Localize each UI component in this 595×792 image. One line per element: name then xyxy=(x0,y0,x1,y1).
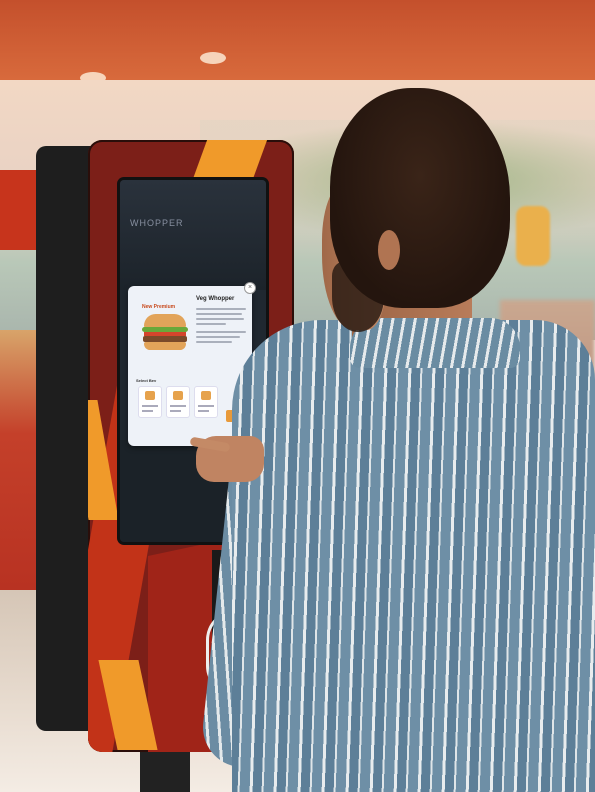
option-card[interactable] xyxy=(194,386,218,418)
close-icon[interactable]: × xyxy=(244,282,256,294)
drink-icon xyxy=(173,391,183,400)
burger-image xyxy=(140,312,190,352)
product-description xyxy=(196,308,246,346)
background-sign xyxy=(0,170,40,250)
select-beverage-label: Select Bev xyxy=(136,378,157,383)
striped-shirt xyxy=(232,320,595,792)
premium-badge: New Premium xyxy=(142,304,176,310)
ear xyxy=(378,230,400,270)
drink-icon xyxy=(201,391,211,400)
product-title: Veg Whopper xyxy=(196,296,235,302)
hair xyxy=(330,88,510,308)
photo-scene: WHOPPER × New Premium Veg Whopper Select… xyxy=(0,0,595,792)
ceiling xyxy=(0,0,595,80)
drink-icon xyxy=(145,391,155,400)
option-card[interactable] xyxy=(166,386,190,418)
screen-header-text: WHOPPER xyxy=(130,218,184,228)
option-card[interactable] xyxy=(138,386,162,418)
background-lamp xyxy=(516,206,550,266)
screen-header: WHOPPER xyxy=(120,180,266,290)
shirt-collar xyxy=(350,318,520,368)
ceiling-light xyxy=(200,52,226,64)
